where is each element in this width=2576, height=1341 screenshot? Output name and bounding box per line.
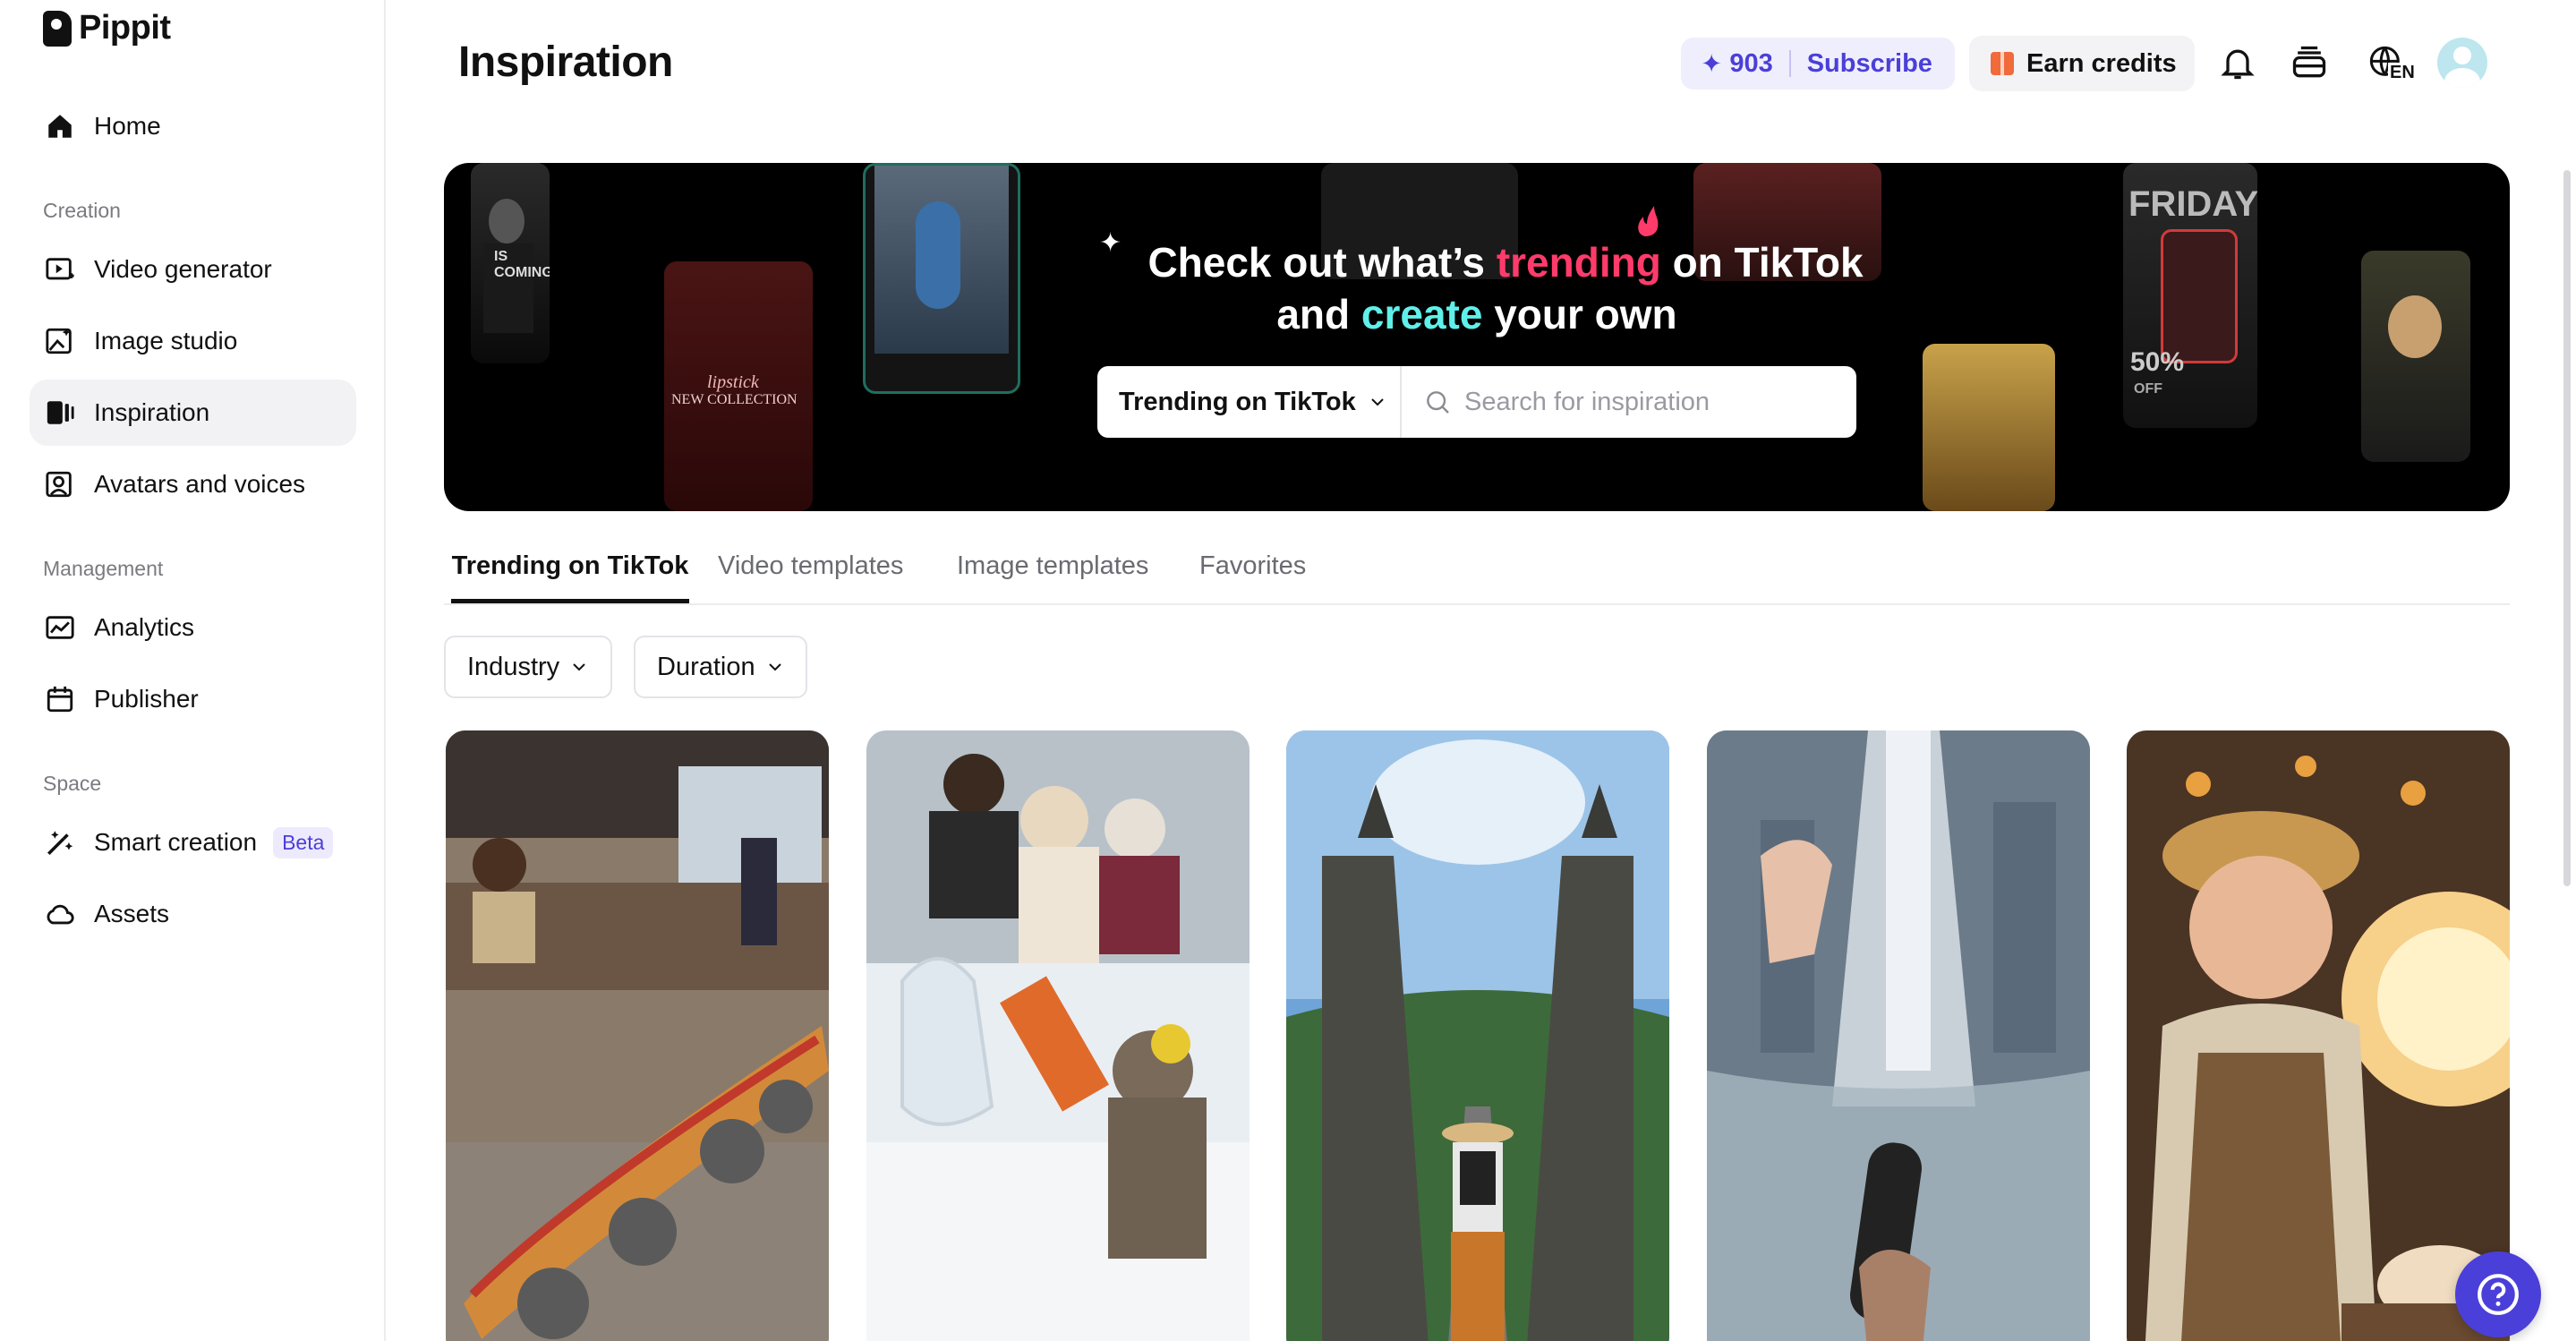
inspiration-search: Trending on TikTok <box>1097 366 1856 438</box>
sidebar: Pippit Home Creation Video generator Ima… <box>0 0 386 1341</box>
video-generator-icon <box>44 253 76 286</box>
sidebar-item-label: Inspiration <box>94 398 210 426</box>
hero-banner: IS COMING lipstick NEW COLLECTION FRIDAY… <box>444 163 2510 511</box>
sidebar-item-inspiration[interactable]: Inspiration <box>30 380 356 446</box>
sidebar-item-analytics[interactable]: Analytics <box>30 594 356 661</box>
credits-subscribe-pill[interactable]: ✦ 903 Subscribe <box>1681 38 1955 90</box>
sidebar-item-home[interactable]: Home <box>30 93 356 159</box>
user-avatar[interactable] <box>2437 38 2487 88</box>
chevron-down-icon <box>573 663 585 671</box>
sidebar-item-video-generator[interactable]: Video generator <box>30 236 356 303</box>
search-source-label: Trending on TikTok <box>1119 387 1356 416</box>
earn-credits-button[interactable]: Earn credits <box>1969 36 2195 91</box>
chevron-down-icon <box>1371 398 1384 406</box>
storage-button[interactable] <box>2284 38 2334 88</box>
temple-gate-thumbnail <box>1286 730 1669 1341</box>
tab-trending-on-tiktok[interactable]: Trending on TikTok <box>451 551 689 603</box>
sidebar-item-assets[interactable]: Assets <box>30 881 356 947</box>
thumb-text: NEW COLLECTION <box>671 392 798 407</box>
sidebar-item-label: Video generator <box>94 255 272 283</box>
tab-favorites[interactable]: Favorites <box>1199 551 1306 603</box>
credits-count: 903 <box>1729 48 1773 78</box>
subscribe-button[interactable]: Subscribe <box>1807 49 1932 79</box>
headline-highlight: trending <box>1496 239 1661 286</box>
sidebar-item-label: Analytics <box>94 613 195 641</box>
raccoons-hotdog-thumbnail <box>446 730 829 1341</box>
sidebar-item-avatars-voices[interactable]: Avatars and voices <box>30 451 356 517</box>
inspiration-icon <box>44 397 76 429</box>
headline-text: Check out what’s <box>1147 239 1486 286</box>
sidebar-item-label: Image studio <box>94 327 238 354</box>
duration-filter[interactable]: Duration <box>634 636 807 698</box>
bell-icon <box>2221 49 2255 80</box>
sidebar-item-label: Publisher <box>94 685 199 713</box>
search-source-dropdown[interactable]: Trending on TikTok <box>1097 366 1402 438</box>
analytics-icon <box>44 611 76 644</box>
baker-woman-thumbnail <box>2127 730 2510 1341</box>
language-button[interactable]: EN <box>2358 38 2417 88</box>
fire-icon <box>1638 206 1659 236</box>
headline-text: your own <box>1494 291 1677 337</box>
sidebar-item-smart-creation[interactable]: Smart creation Beta <box>30 809 356 875</box>
language-code: EN <box>2388 63 2417 83</box>
image-studio-icon <box>44 325 76 357</box>
thumb-text: lipstick <box>707 372 759 392</box>
help-button[interactable] <box>2455 1251 2541 1337</box>
skyscraper-skateboard-thumbnail <box>1707 730 2090 1341</box>
sidebar-item-label: Smart creation <box>94 828 258 856</box>
sidebar-item-label: Home <box>94 112 161 140</box>
search-icon <box>1427 391 1449 414</box>
question-icon <box>2478 1274 2519 1315</box>
page-scrollbar[interactable] <box>2563 170 2571 886</box>
filter-label: Industry <box>467 652 560 681</box>
divider <box>1788 50 1791 77</box>
template-card[interactable] <box>866 730 1250 1341</box>
earn-credits-label: Earn credits <box>2026 48 2177 78</box>
sidebar-item-image-studio[interactable]: Image studio <box>30 308 356 374</box>
sparkle-icon: ✦ <box>1701 49 1723 79</box>
section-management: Management <box>43 557 164 580</box>
home-icon <box>44 110 76 142</box>
cloud-icon <box>44 898 76 930</box>
sidebar-item-label: Avatars and voices <box>94 470 306 498</box>
calendar-icon <box>44 683 76 715</box>
sidebar-item-label: Assets <box>94 900 170 927</box>
sidebar-item-publisher[interactable]: Publisher <box>30 666 356 732</box>
avatar-icon <box>44 468 76 500</box>
gift-icon <box>1991 52 2014 75</box>
headline-text: and <box>1276 291 1351 337</box>
template-card[interactable] <box>446 730 829 1341</box>
tab-video-templates[interactable]: Video templates <box>718 551 903 603</box>
beta-badge: Beta <box>273 826 334 858</box>
thumb-text: FRIDAY <box>2128 184 2257 224</box>
search-field[interactable] <box>1402 387 1856 417</box>
section-space: Space <box>43 772 102 795</box>
banner-thumb <box>1923 344 2055 511</box>
ice-cat-chainsaw-thumbnail <box>866 730 1250 1341</box>
tab-image-templates[interactable]: Image templates <box>957 551 1148 603</box>
headline-text: on TikTok <box>1672 239 1864 286</box>
pippit-logo-icon <box>43 10 72 47</box>
stack-icon <box>2292 46 2326 78</box>
template-card[interactable] <box>1286 730 1669 1341</box>
thumb-text: OFF <box>2134 381 2162 397</box>
template-card[interactable] <box>1707 730 2090 1341</box>
filter-label: Duration <box>657 652 755 681</box>
app-name: Pippit <box>79 9 171 47</box>
magic-wand-icon <box>44 826 76 858</box>
app-logo[interactable]: Pippit <box>43 9 171 47</box>
content-tabs: Trending on TikTok Video templates Image… <box>444 542 2510 605</box>
section-creation: Creation <box>43 199 121 222</box>
search-input[interactable] <box>1464 387 1840 417</box>
banner-headline: Check out what’s trending on TikTok and … <box>444 236 2510 340</box>
headline-highlight: create <box>1361 291 1483 337</box>
industry-filter[interactable]: Industry <box>444 636 612 698</box>
template-card[interactable] <box>2127 730 2510 1341</box>
notifications-button[interactable] <box>2213 38 2263 88</box>
chevron-down-icon <box>768 663 781 671</box>
page-title: Inspiration <box>458 38 673 86</box>
thumb-text: 50% <box>2130 347 2185 377</box>
